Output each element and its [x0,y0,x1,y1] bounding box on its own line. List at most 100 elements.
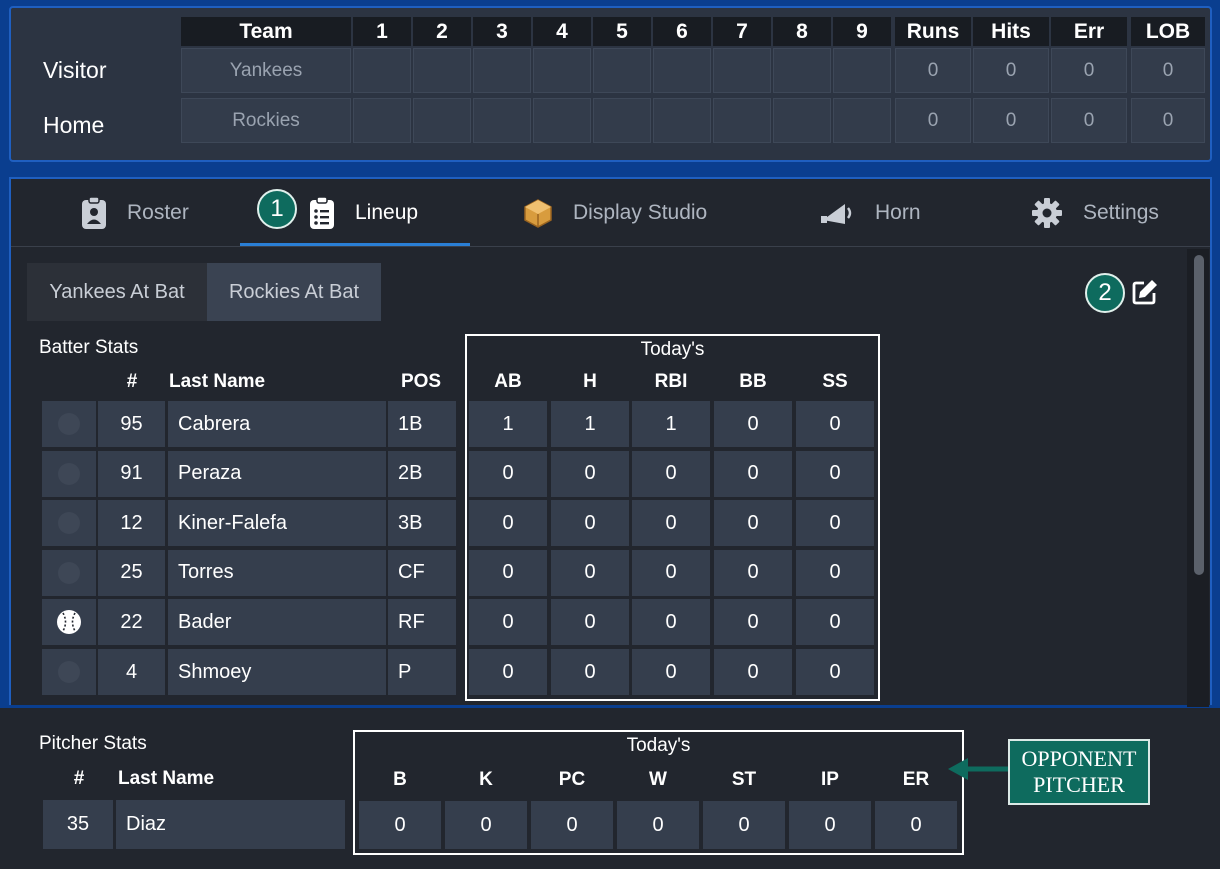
batter-stat-h: 0 [551,599,629,646]
baseball-dim-icon [58,462,80,485]
tab-roster[interactable]: Roster [81,179,189,247]
batter-stat-h: 0 [551,649,629,695]
at-bat-indicator[interactable] [42,599,96,646]
batter-position: P [388,649,456,695]
inning-score-cell [773,98,831,143]
batter-stat-rbi: 0 [632,450,710,497]
scoreboard-err-cell: 0 [1051,48,1127,93]
scrollbar-thumb[interactable] [1194,255,1204,575]
tab-horn[interactable]: Horn [821,179,921,247]
baseball-dim-icon [58,661,80,683]
baseball-dim-icon [58,413,80,435]
batter-last-name: Peraza [168,450,386,497]
batter-stat-ss: 0 [796,649,874,695]
clipboard-list-icon [310,196,334,229]
inning-score-cell [413,48,471,93]
inning-score-cell [833,98,891,143]
pitcher-last-name-header: Last Name [118,768,215,789]
inning-score-cell [473,98,531,143]
scoreboard-runs-cell: 0 [895,98,971,143]
batter-number: 91 [98,450,165,497]
inning-score-cell [653,48,711,93]
inning-score-cell [593,98,651,143]
edit-button[interactable] [1131,278,1161,308]
batter-stat-bb: 0 [714,500,792,547]
pitcher-stat-w: 0 [617,801,699,849]
pitcher-stat-ip: 0 [789,801,871,849]
batter-number: 22 [98,599,165,646]
pitcher-stat-st: 0 [703,801,785,849]
batter-stat-header-rbi: RBI [654,371,688,392]
visitor-row-label: Visitor [43,57,107,83]
scoreboard-header-3: 3 [473,17,531,46]
batter-stat-rbi: 0 [632,549,710,596]
scoreboard-header-9: 9 [833,17,891,46]
batter-last-name: Kiner-Falefa [168,500,386,547]
scoreboard-hits-cell: 0 [973,98,1049,143]
batter-stat-header-ss: SS [822,371,848,392]
scoreboard: Visitor Home Team 1 2 3 4 5 6 7 8 9 Runs Hits Err LOB… [9,6,1212,162]
batter-stat-ab: 0 [469,500,547,547]
tab-settings-label: Settings [1083,201,1159,224]
batter-stat-ab: 0 [469,649,547,695]
batter-stat-ab: 1 [469,401,547,447]
inning-score-cell [473,48,531,93]
batter-number: 25 [98,549,165,596]
batter-stat-rbi: 1 [632,401,710,447]
pitcher-stat-er: 0 [875,801,957,849]
callout-line-1: OPPONENT [1021,746,1137,771]
yankees-at-bat-button[interactable]: Yankees At Bat [27,263,207,321]
at-bat-indicator[interactable] [42,649,96,695]
batter-stat-header-bb: BB [739,371,767,392]
batter-stat-header-ab: AB [494,371,522,392]
inning-score-cell [533,98,591,143]
edit-icon [1132,280,1157,305]
batter-stat-ss: 0 [796,500,874,547]
inning-score-cell [593,48,651,93]
batter-stat-ab: 0 [469,599,547,646]
scoreboard-header-hits: Hits [973,17,1049,46]
pitcher-stat-b: 0 [359,801,441,849]
at-bat-indicator[interactable] [42,549,96,596]
horn-icon [821,204,852,224]
inning-score-cell [653,98,711,143]
batter-stat-ab: 0 [469,450,547,497]
scoreboard-header-team: Team [181,17,351,46]
at-bat-indicator[interactable] [42,450,96,497]
tab-lineup-label: Lineup [355,201,419,224]
batter-last-name-header: Last Name [169,371,266,392]
batter-stat-h: 0 [551,450,629,497]
pitcher-num-header: # [73,768,85,789]
at-bat-indicator[interactable] [42,401,96,447]
inning-score-cell [413,98,471,143]
tab-display-studio[interactable]: Display Studio [523,179,707,247]
pitcher-stats-title: Pitcher Stats [39,733,147,754]
batter-number: 95 [98,401,165,447]
batter-position: 2B [388,450,456,497]
at-bat-indicator[interactable] [42,500,96,547]
batter-stat-h: 0 [551,500,629,547]
batter-position: CF [388,549,456,596]
batter-last-name: Cabrera [168,401,386,447]
scoreboard-header-7: 7 [713,17,771,46]
scoreboard-header-runs: Runs [895,17,971,46]
pitcher-number: 35 [43,800,113,849]
scoreboard-runs-cell: 0 [895,48,971,93]
batter-last-name: Shmoey [168,649,386,695]
scoreboard-lob-cell: 0 [1131,48,1205,93]
main-panel: Roster Lineup Display Studio Horn Settin… [9,177,1212,707]
pitcher-stat-header-k: K [479,769,493,790]
pitcher-stat-k: 0 [445,801,527,849]
rockies-at-bat-button[interactable]: Rockies At Bat [207,263,381,321]
batter-stat-ss: 0 [796,450,874,497]
box-icon [524,199,552,228]
batter-position: RF [388,599,456,646]
tab-settings[interactable]: Settings [1031,179,1159,247]
inning-score-cell [533,48,591,93]
tab-lineup[interactable]: Lineup [309,179,418,247]
inning-score-cell [773,48,831,93]
batter-num-header: # [126,371,138,392]
pitcher-stat-header-w: W [649,769,667,790]
batter-stat-bb: 0 [714,450,792,497]
pitcher-stat-header-er: ER [902,769,930,790]
